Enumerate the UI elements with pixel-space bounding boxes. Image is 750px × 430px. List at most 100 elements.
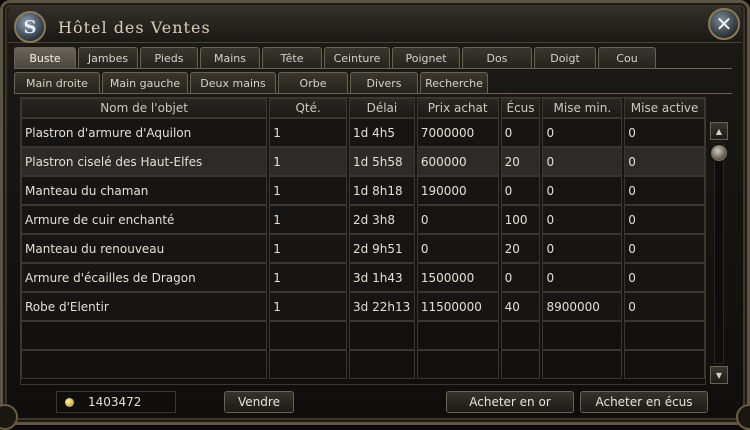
column-header[interactable]: Prix achat [416,98,499,118]
table-cell: 0 [624,263,705,292]
scroll-up-icon[interactable]: ▲ [710,122,728,140]
title-bar: S Hôtel des Ventes [8,6,742,43]
table-cell [542,321,623,350]
divider [14,68,732,69]
table-cell: 3d 1h43 [349,263,415,292]
table-cell [349,321,415,350]
table-cell: 0 [416,234,499,263]
tab-dos[interactable]: Dos [462,47,532,68]
table-cell [500,321,541,350]
tab-orbe[interactable]: Orbe [278,72,348,93]
buy-ecus-button[interactable]: Acheter en écus [580,391,708,413]
emblem-icon: S [14,11,46,43]
table-cell [624,321,705,350]
tab-deux-mains[interactable]: Deux mains [190,72,276,93]
gold-display: 1403472 [56,391,176,413]
tab-ceinture[interactable]: Ceinture [324,47,390,68]
table-cell: Armure de cuir enchanté [21,205,268,234]
table-cell: 1 [269,292,348,321]
buy-gold-button[interactable]: Acheter en or [446,391,574,413]
tab-divers[interactable]: Divers [350,72,418,93]
table-header: Nom de l'objet Qté. Délai Prix achat Écu… [21,98,705,118]
tab-pieds[interactable]: Pieds [140,47,198,68]
table-cell: 11500000 [416,292,499,321]
column-header[interactable]: Mise min. [542,98,623,118]
table-cell: Plastron ciselé des Haut-Elfes [21,147,268,176]
table-cell: 1 [269,234,348,263]
divider [14,93,732,94]
tab-cou[interactable]: Cou [598,47,656,68]
column-header[interactable]: Qté. [269,98,348,118]
table-cell [624,350,705,379]
table-cell: Manteau du renouveau [21,234,268,263]
table-row[interactable]: Manteau du renouveau 1 2d 9h51 0 20 0 0 [21,234,705,263]
table-cell: 100 [500,205,541,234]
table-cell: Plastron d'armure d'Aquilon [21,118,268,147]
scroll-down-icon[interactable]: ▼ [710,366,728,384]
scroll-track[interactable] [714,142,724,364]
table-cell: 1 [269,263,348,292]
window-title: Hôtel des Ventes [58,18,211,37]
table-cell [542,350,623,379]
tab-mains[interactable]: Mains [200,47,260,68]
tab-poignet[interactable]: Poignet [392,47,460,68]
table-row[interactable]: Armure de cuir enchanté 1 2d 3h8 0 100 0 0 [21,205,705,234]
tab-main-gauche[interactable]: Main gauche [102,72,188,93]
tab-buste[interactable]: Buste [14,47,76,68]
tab-recherche[interactable]: Recherche [420,72,488,93]
auction-table: Nom de l'objet Qté. Délai Prix achat Écu… [20,97,706,385]
table-cell: 2d 9h51 [349,234,415,263]
scrollbar[interactable]: ▲ ▼ [710,122,728,384]
tab-main-droite[interactable]: Main droite [14,72,100,93]
column-header[interactable]: Mise active [624,98,705,118]
table-cell: 1 [269,118,348,147]
table-row[interactable]: Plastron ciselé des Haut-Elfes 1 1d 5h58 60… [21,147,705,176]
corner-ornament-icon [736,404,750,430]
table-cell [21,350,268,379]
table-cell: 1d 4h5 [349,118,415,147]
table-cell [269,350,348,379]
scroll-thumb[interactable] [711,145,727,161]
column-header[interactable]: Écus [500,98,541,118]
table-cell: 40 [500,292,541,321]
sell-button[interactable]: Vendre [224,391,294,413]
table-cell: 0 [500,263,541,292]
gold-coin-icon [65,397,74,407]
table-cell: 0 [416,205,499,234]
table-row[interactable] [21,321,705,350]
table-cell [416,321,499,350]
category-tabs: Buste Jambes Pieds Mains Tête Ceinture Poignet… [14,47,658,68]
tab-doigt[interactable]: Doigt [534,47,596,68]
table-cell: 0 [542,205,623,234]
table-cell: 1 [269,147,348,176]
table-row[interactable]: Manteau du chaman 1 1d 8h18 190000 0 0 0 [21,176,705,205]
table-cell: 0 [624,234,705,263]
column-header[interactable]: Délai [349,98,415,118]
table-cell: 1500000 [416,263,499,292]
table-cell: 0 [624,205,705,234]
table-cell: 0 [542,176,623,205]
table-cell: Robe d'Elentir [21,292,268,321]
tab-jambes[interactable]: Jambes [78,47,138,68]
table-row[interactable] [21,350,705,379]
table-cell: 2d 3h8 [349,205,415,234]
table-row[interactable]: Plastron d'armure d'Aquilon 1 1d 4h5 700000… [21,118,705,147]
table-cell [500,350,541,379]
table-cell [269,321,348,350]
table-cell [349,350,415,379]
gold-amount: 1403472 [88,395,142,409]
column-header[interactable]: Nom de l'objet [21,98,268,118]
table-cell [416,350,499,379]
table-cell: 1d 8h18 [349,176,415,205]
table-row[interactable]: Robe d'Elentir 1 3d 22h13 11500000 40 8900000… [21,292,705,321]
table-cell: 0 [624,176,705,205]
table-cell: 190000 [416,176,499,205]
close-icon[interactable]: ✕ [708,8,740,40]
table-row[interactable]: Armure d'écailles de Dragon 1 3d 1h43 15000… [21,263,705,292]
tab-t-te[interactable]: Tête [262,47,322,68]
table-cell: 20 [500,234,541,263]
table-cell: 0 [542,234,623,263]
table-body: Plastron d'armure d'Aquilon 1 1d 4h5 700000… [21,118,705,379]
table-cell: Manteau du chaman [21,176,268,205]
table-cell: 7000000 [416,118,499,147]
